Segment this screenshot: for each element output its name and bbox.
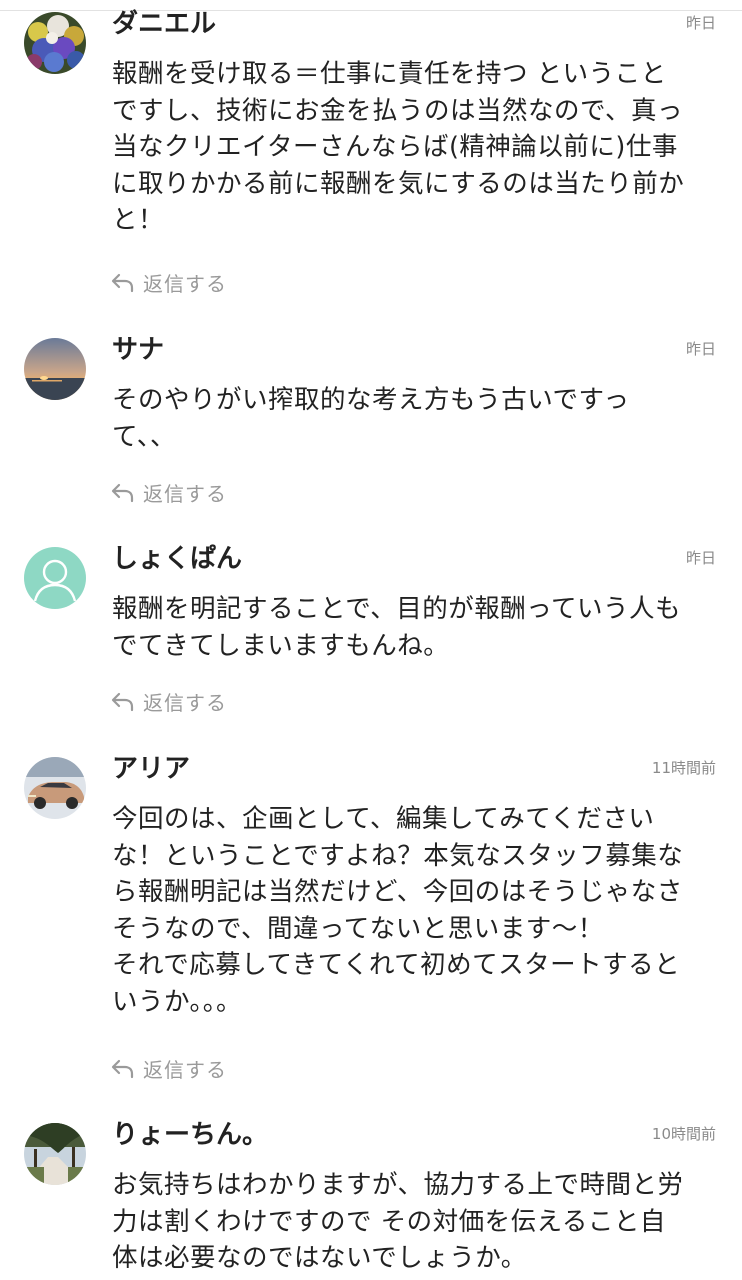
comment-timestamp: 10時間前 (651, 1125, 716, 1143)
commenter-name[interactable]: りょーちん。 (112, 1117, 268, 1153)
reply-label: 返信する (143, 271, 227, 296)
sunset-sea-avatar-icon (24, 338, 86, 400)
reply-arrow-icon (111, 1059, 134, 1079)
avatar[interactable] (24, 12, 86, 74)
avatar[interactable] (24, 338, 86, 400)
commenter-name[interactable]: ダニエル (112, 6, 216, 42)
comment-text: お気持ちはわかりますが、協力する上で時間と労 力は割くわけですので その対価を伝… (112, 1170, 684, 1273)
comment-text: そのやりがい搾取的な考え方もう古いですっ て、、 (112, 385, 630, 452)
reply-button[interactable]: 返信する (110, 1053, 227, 1083)
reply-arrow-icon (111, 273, 134, 293)
comment-text: 報酬を明記することで、目的が報酬っていう人も でてきてしまいますもんね。 (112, 594, 681, 661)
reply-arrow-icon (111, 483, 134, 503)
person-icon (24, 547, 86, 609)
comment-text: 報酬を受け取る＝仕事に責任を持つ ということ ですし、技術にお金を払うのは当然な… (112, 59, 685, 235)
comment-timestamp: 昨日 (685, 549, 716, 567)
reply-label: 返信する (143, 690, 227, 715)
reply-button[interactable]: 返信する (110, 686, 227, 716)
reply-label: 返信する (143, 1057, 227, 1082)
commenter-name[interactable]: アリア (112, 751, 190, 787)
reply-button[interactable]: 返信する (110, 267, 227, 297)
comment-timestamp: 11時間前 (651, 759, 716, 777)
commenter-name[interactable]: サナ (112, 332, 164, 368)
reply-arrow-icon (111, 692, 134, 712)
avatar[interactable] (24, 1123, 86, 1185)
car-avatar-icon (24, 757, 86, 819)
comment-timestamp: 昨日 (685, 14, 716, 32)
avatar[interactable] (24, 547, 86, 609)
avatar[interactable] (24, 757, 86, 819)
commenter-name[interactable]: しょくぱん (112, 541, 242, 577)
comment-timestamp: 昨日 (685, 340, 716, 358)
flower-bouquet-avatar-icon (24, 12, 86, 74)
comment-text: 今回のは、企画として、編集してみてください な！ということですよね？本気なスタッ… (112, 804, 684, 1017)
reply-label: 返信する (143, 481, 227, 506)
tree-path-avatar-icon (24, 1123, 86, 1185)
reply-button[interactable]: 返信する (110, 477, 227, 507)
